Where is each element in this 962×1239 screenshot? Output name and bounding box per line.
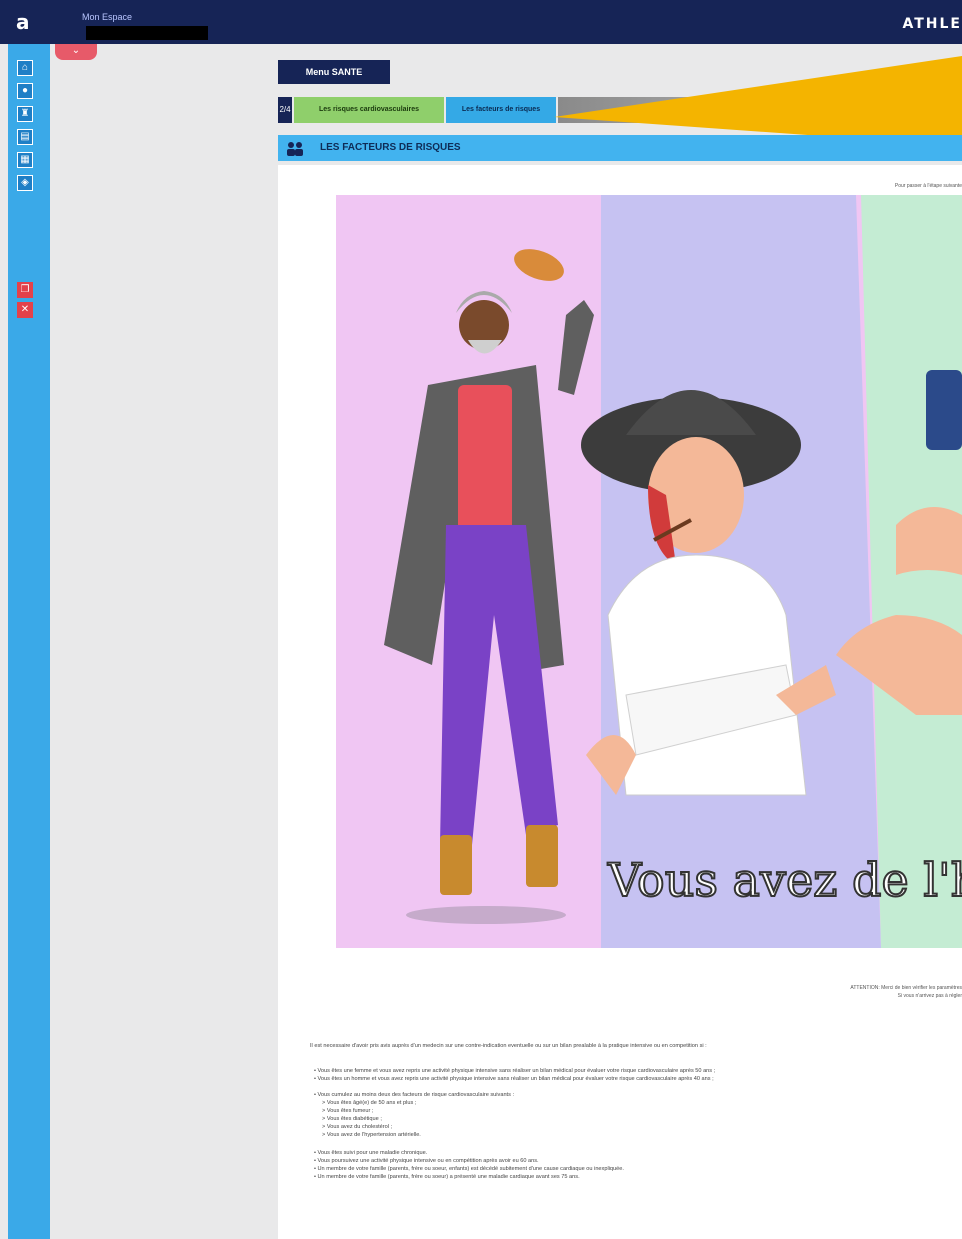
attention-line: ATTENTION: Merci de bien vérifier les pa… — [850, 985, 962, 991]
brand-logo: ATHLE — [902, 16, 962, 32]
list-item: • Vous êtes un homme et vous avez repris… — [314, 1076, 714, 1082]
trophy-icon[interactable]: ♜ — [17, 106, 33, 122]
risk-factors-illustration — [336, 195, 962, 948]
attention-line: Si vous n'arrivez pas à régler — [897, 993, 962, 999]
list-item: • Vous êtes suivi pour une maladie chron… — [314, 1150, 428, 1156]
user-icon[interactable]: ● — [17, 83, 33, 99]
list-item: • Vous cumulez au moins deux des facteur… — [314, 1092, 515, 1098]
home-icon[interactable]: ⌂ — [17, 60, 33, 76]
top-bar: a Mon Espace ATHLE — [0, 0, 962, 44]
mon-espace-link[interactable]: Mon Espace — [82, 12, 132, 22]
list-item: • Un membre de votre famille (parents, f… — [314, 1174, 580, 1180]
list-item: > Vous avez du cholestérol ; — [322, 1124, 393, 1130]
list-item: > Vous êtes diabétique ; — [322, 1116, 382, 1122]
main-content: Pour passer à l'étape suivante Vous avez… — [278, 165, 962, 1239]
shield-icon[interactable]: ◈ — [17, 175, 33, 191]
banner-caption: Vous avez de l'hy — [607, 852, 962, 908]
close-icon[interactable]: ✕ — [17, 302, 33, 318]
tab-facteurs-de-risques[interactable]: Les facteurs de risques — [446, 97, 556, 123]
calendar-icon[interactable]: ▦ — [17, 152, 33, 168]
menu-sante-button[interactable]: Menu SANTE — [278, 60, 390, 84]
illustration-graphic — [336, 195, 962, 948]
list-item: • Un membre de votre famille (parents, f… — [314, 1166, 624, 1172]
attention-note: ATTENTION: Merci de bien vérifier les pa… — [742, 984, 962, 1000]
annotation-arrow — [554, 56, 962, 146]
document-icon[interactable]: ❐ — [17, 282, 33, 298]
app-logo[interactable]: a — [16, 12, 36, 32]
list-item: > Vous avez de l'hypertension artérielle… — [322, 1132, 421, 1138]
id-card-icon[interactable]: ▤ — [17, 129, 33, 145]
step-indicator: 2/4 — [278, 97, 292, 123]
sidebar — [8, 44, 50, 1239]
collapse-toggle[interactable]: ⌄ — [55, 44, 97, 60]
list-item: > Vous êtes âgé(e) de 50 ans et plus ; — [322, 1100, 417, 1106]
list-item: • Vous poursuivez une activité physique … — [314, 1158, 539, 1164]
section-title: LES FACTEURS DE RISQUES — [320, 142, 461, 153]
list-item: • Vous êtes une femme et vous avez repri… — [314, 1068, 716, 1074]
tab-risques-cardiovasculaires[interactable]: Les risques cardiovasculaires — [294, 97, 444, 123]
chevron-down-icon: ⌄ — [71, 45, 81, 56]
group-users-icon — [287, 142, 303, 156]
redacted-username — [86, 26, 208, 40]
next-step-note: Pour passer à l'étape suivante — [894, 183, 962, 189]
intro-paragraph: Il est necessaire d'avoir pris avis aupr… — [310, 1043, 707, 1049]
section-header: LES FACTEURS DE RISQUES — [278, 135, 962, 161]
list-item: > Vous êtes fumeur ; — [322, 1108, 374, 1114]
